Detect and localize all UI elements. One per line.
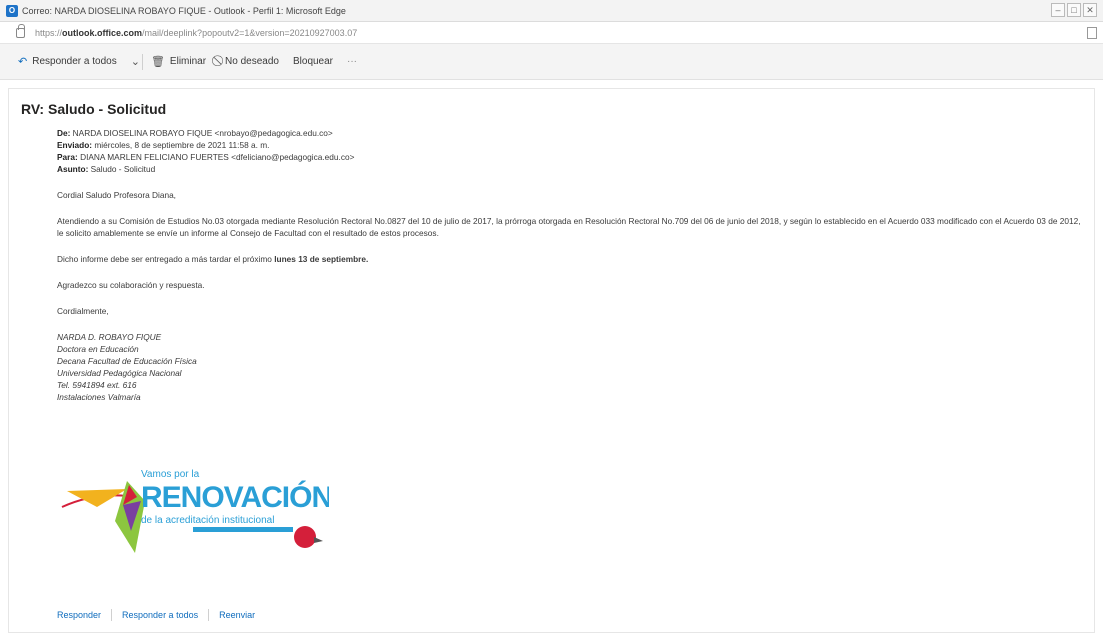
reply-link[interactable]: Responder <box>57 610 101 620</box>
window-titlebar: O Correo: NARDA DIOSELINA ROBAYO FIQUE -… <box>0 0 1103 22</box>
forward-header-from: De: NARDA DIOSELINA ROBAYO FIQUE <nrobay… <box>57 128 333 138</box>
logo-text-line3: de la acreditación institucional <box>141 515 274 526</box>
signature-line: NARDA D. ROBAYO FIQUE <box>57 332 162 342</box>
logo-underline-bar <box>193 527 293 532</box>
window-title: Correo: NARDA DIOSELINA ROBAYO FIQUE - O… <box>22 5 346 16</box>
email-paragraph-2: Dicho informe debe ser entregado a más t… <box>57 254 369 264</box>
email-reading-pane: RV: Saludo - Solicitud De: NARDA DIOSELI… <box>8 88 1095 633</box>
email-closing: Cordialmente, <box>57 306 109 316</box>
footer-divider <box>208 609 210 621</box>
forward-link[interactable]: Reenviar <box>219 610 255 620</box>
logo-seal <box>294 526 316 548</box>
renovacion-logo: Vamos por la RENOVACIÓN de la acreditaci… <box>61 469 329 553</box>
lock-icon[interactable] <box>16 23 25 38</box>
signature-line: Universidad Pedagógica Nacional <box>57 368 182 378</box>
block-label: Bloquear <box>292 56 334 67</box>
junk-label: No deseado <box>225 56 279 67</box>
forward-header-subject: Asunto: Saludo - Solicitud <box>57 164 156 174</box>
reply-actions: Responder Responder a todos Reenviar <box>57 609 255 621</box>
trash-icon: 🗑 <box>150 56 165 68</box>
url-text[interactable]: https://outlook.office.com/mail/deeplink… <box>35 28 357 38</box>
reply-all-label: Responder a todos <box>32 56 117 67</box>
email-subject: RV: Saludo - Solicitud <box>21 101 167 117</box>
block-button[interactable]: Bloquear <box>293 56 333 67</box>
minimize-button[interactable]: – <box>1051 3 1065 17</box>
toolbar-divider <box>141 53 143 70</box>
email-body: De: NARDA DIOSELINA ROBAYO FIQUE <nrobay… <box>57 127 1082 403</box>
page-icon[interactable] <box>1087 27 1097 39</box>
logo-text-line2: RENOVACIÓN <box>141 480 329 514</box>
junk-button[interactable]: ⃠ No deseado <box>220 55 279 68</box>
forward-header-sent: Enviado: miércoles, 8 de septiembre de 2… <box>57 140 270 150</box>
signature-line: Tel. 5941894 ext. 616 <box>57 380 137 390</box>
email-thanks: Agradezco su colaboración y respuesta. <box>57 280 205 290</box>
close-window-button[interactable]: ✕ <box>1083 3 1097 17</box>
signature-line: Doctora en Educación <box>57 344 139 354</box>
email-paragraph-1: Atendiendo a su Comisión de Estudios No.… <box>57 216 1081 238</box>
chevron-down-icon[interactable]: ⌄ <box>131 55 140 68</box>
message-toolbar: ↶ Responder a todos ⌄ 🗑 Eliminar ⃠ No de… <box>0 44 1103 80</box>
delete-label: Eliminar <box>169 56 207 67</box>
email-signature: NARDA D. ROBAYO FIQUE Doctora en Educaci… <box>57 331 1082 403</box>
maximize-button[interactable]: □ <box>1067 3 1081 17</box>
outlook-app-icon: O <box>6 4 18 17</box>
more-actions-button[interactable]: ··· <box>347 56 357 67</box>
reply-all-button[interactable]: ↶ Responder a todos <box>18 55 117 68</box>
reply-all-link[interactable]: Responder a todos <box>122 610 198 620</box>
more-icon: ··· <box>347 56 358 67</box>
logo-seal-pointer <box>314 537 323 543</box>
logo-text-line1: Vamos por la <box>141 469 200 480</box>
email-greeting: Cordial Saludo Profesora Diana, <box>57 190 176 200</box>
address-bar[interactable]: https://outlook.office.com/mail/deeplink… <box>0 22 1103 44</box>
signature-line: Decana Facultad de Educación Física <box>57 356 197 366</box>
window-controls: – □ ✕ <box>1051 3 1097 17</box>
footer-divider <box>111 609 113 621</box>
logo-wing-yellow <box>67 489 127 507</box>
forward-header-to: Para: DIANA MARLEN FELICIANO FUERTES <df… <box>57 152 355 162</box>
signature-line: Instalaciones Valmaría <box>57 392 141 402</box>
reply-all-icon: ↶ <box>18 56 28 68</box>
delete-button[interactable]: 🗑 Eliminar <box>151 55 206 68</box>
